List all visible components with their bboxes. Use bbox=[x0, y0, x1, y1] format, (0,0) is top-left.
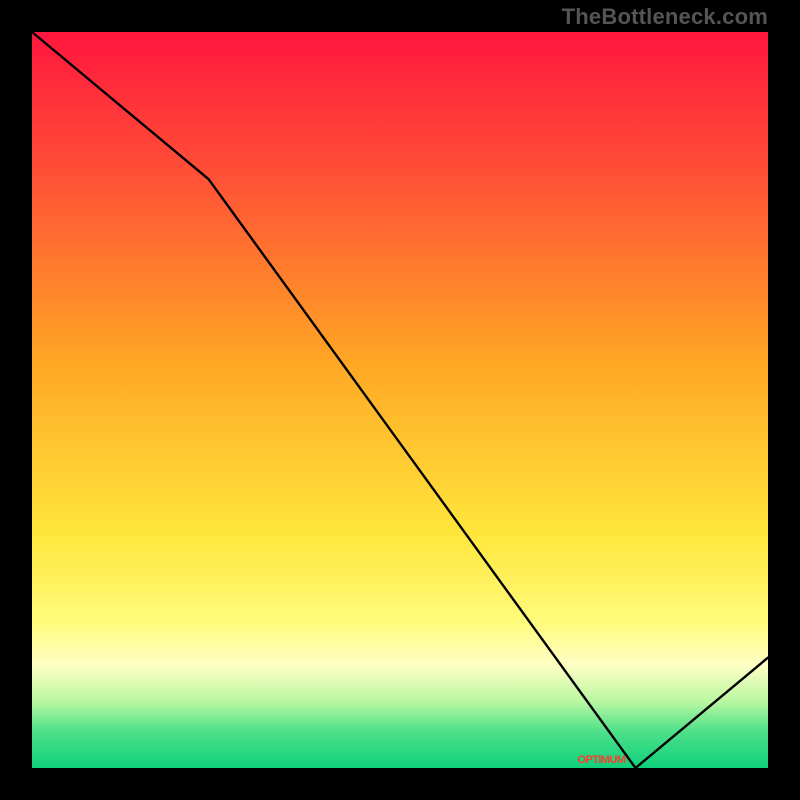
watermark-text: TheBottleneck.com bbox=[562, 4, 768, 30]
x-axis-marker-label: OPTIMUM bbox=[578, 754, 626, 766]
plot-area: OPTIMUM bbox=[32, 32, 768, 768]
stage: TheBottleneck.com OPTIMUM bbox=[0, 0, 800, 800]
chart-line bbox=[32, 32, 768, 768]
